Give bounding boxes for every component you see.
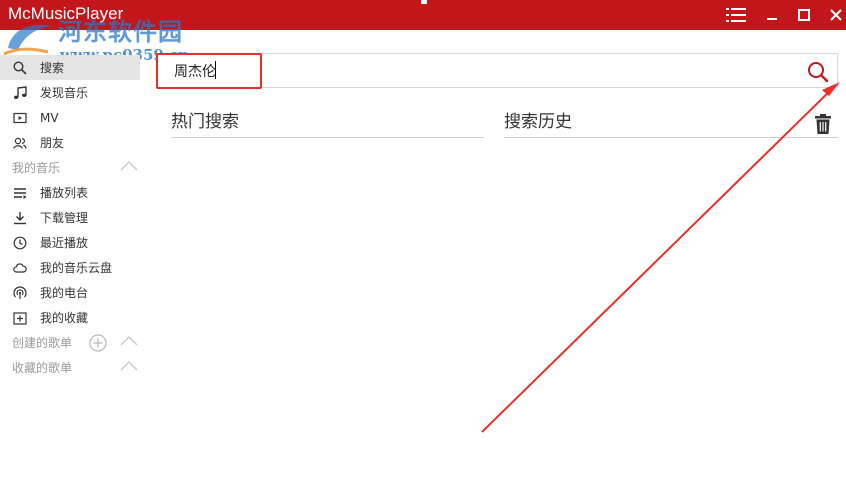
maximize-icon [798,9,810,21]
sidebar-item-favorites[interactable]: 我的收藏 [0,305,140,330]
chevron-up-icon[interactable] [120,160,138,172]
download-icon [12,210,28,226]
sidebar-item-friends[interactable]: 朋友 [0,130,140,155]
created-playlists-header: 创建的歌单 [0,330,140,355]
sidebar-item-search[interactable]: 搜索 [0,55,140,80]
chevron-up-icon[interactable] [120,360,138,372]
sidebar-item-downloads[interactable]: 下载管理 [0,205,140,230]
text-caret [215,61,216,79]
sidebar: 搜索 发现音乐 MV 朋友 我的音乐 播放列表 下载管理 最近播放 我的音乐云盘… [0,55,140,380]
sidebar-item-label: MV [40,110,59,125]
clear-history-button[interactable] [812,113,834,135]
playlist-icon [12,185,28,201]
maximize-button[interactable] [788,0,820,30]
trash-icon [815,114,831,134]
favorite-icon [12,310,28,326]
radio-icon [12,285,28,301]
my-music-header: 我的音乐 [0,155,140,180]
sidebar-item-discover-music[interactable]: 发现音乐 [0,80,140,105]
cloud-icon [12,260,28,276]
hot-search-divider [171,137,484,138]
search-button[interactable] [806,60,830,84]
created-playlists-header-label: 创建的歌单 [12,336,73,350]
minimize-icon [767,18,777,20]
close-button[interactable] [820,0,846,30]
search-input[interactable] [174,61,774,81]
sidebar-item-label: 播放列表 [40,186,89,200]
sidebar-item-radio[interactable]: 我的电台 [0,280,140,305]
sidebar-item-playlist[interactable]: 播放列表 [0,180,140,205]
clock-icon [12,235,28,251]
hot-search-title: 热门搜索 [171,112,239,132]
menu-icon [726,8,746,22]
sidebar-item-label: 朋友 [40,136,65,150]
minimize-button[interactable] [756,0,788,30]
sidebar-item-recent[interactable]: 最近播放 [0,230,140,255]
sidebar-item-label: 发现音乐 [40,86,89,100]
my-music-header-label: 我的音乐 [12,161,61,175]
search-icon [808,62,829,83]
app-title: McMusicPlayer [8,4,124,23]
chevron-up-icon[interactable] [120,335,138,347]
close-icon [830,9,842,21]
sidebar-item-label: 我的收藏 [40,311,89,325]
friends-icon [12,135,28,151]
search-icon [12,60,28,76]
sidebar-item-label: 下载管理 [40,211,89,225]
title-bar: McMusicPlayer [0,0,846,30]
collected-playlists-header-label: 收藏的歌单 [12,361,73,375]
music-note-icon [12,85,28,101]
video-icon [12,110,28,126]
collected-playlists-header: 收藏的歌单 [0,355,140,380]
search-box [157,53,838,88]
sidebar-item-label: 最近播放 [40,236,89,250]
sidebar-item-label: 我的电台 [40,286,89,300]
sidebar-item-label: 我的音乐云盘 [40,261,113,275]
search-history-title: 搜索历史 [504,112,572,132]
sidebar-item-label: 搜索 [40,61,65,75]
menu-button[interactable] [720,0,752,30]
search-history-divider [504,137,838,138]
sidebar-item-mv[interactable]: MV [0,105,140,130]
title-bar-notch [421,0,427,4]
add-playlist-icon[interactable] [89,334,107,352]
sidebar-item-cloud-drive[interactable]: 我的音乐云盘 [0,255,140,280]
